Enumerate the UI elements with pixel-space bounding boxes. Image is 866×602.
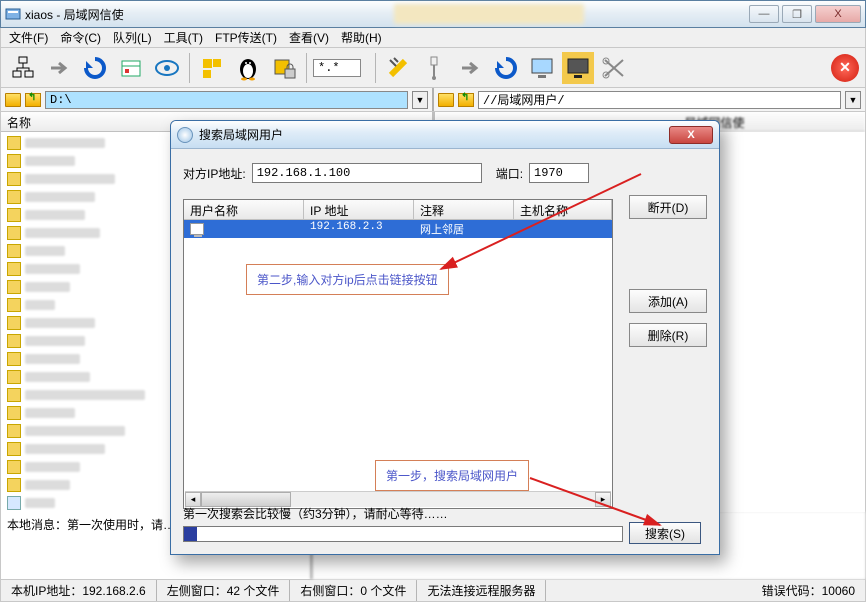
progress-bar bbox=[183, 526, 623, 542]
monitor-yellow-icon[interactable] bbox=[562, 52, 594, 84]
background-window-tab bbox=[394, 4, 584, 24]
window-title: xiaos - 局域网信使 bbox=[25, 6, 124, 23]
menu-view[interactable]: 查看(V) bbox=[289, 29, 329, 46]
dialog-title: 搜索局域网用户 bbox=[199, 126, 283, 143]
menu-cmd[interactable]: 命令(C) bbox=[60, 29, 101, 46]
tree-icon[interactable] bbox=[7, 52, 39, 84]
status-rightwin: 右侧窗口：0 个文件 bbox=[290, 580, 417, 601]
dropper-icon[interactable] bbox=[418, 52, 450, 84]
col-user[interactable]: 用户名称 bbox=[184, 200, 304, 219]
folder-small-icon bbox=[7, 172, 21, 186]
folder-small-icon bbox=[7, 460, 21, 474]
toolbar-divider-3 bbox=[375, 53, 376, 83]
port-input[interactable] bbox=[529, 163, 589, 183]
folder-icon-right[interactable] bbox=[438, 93, 454, 107]
ip-input[interactable] bbox=[252, 163, 482, 183]
dialog-icon bbox=[177, 127, 193, 143]
folder-small-icon bbox=[7, 262, 21, 276]
menu-file[interactable]: 文件(F) bbox=[9, 29, 48, 46]
maximize-button[interactable]: ❐ bbox=[782, 5, 812, 23]
status-err: 错误代码：10060 bbox=[752, 580, 865, 601]
eye-icon[interactable] bbox=[151, 52, 183, 84]
left-path-dropdown[interactable]: ▼ bbox=[412, 91, 428, 109]
scroll-right-button[interactable]: ▸ bbox=[595, 492, 611, 507]
folder-small-icon bbox=[7, 424, 21, 438]
folder-small-icon bbox=[7, 334, 21, 348]
folder-small-icon bbox=[7, 442, 21, 456]
folder-small-icon bbox=[7, 298, 21, 312]
status-leftwin: 左侧窗口：42 个文件 bbox=[157, 580, 291, 601]
search-button[interactable]: 搜索(S) bbox=[629, 522, 701, 544]
toolbar-divider-2 bbox=[306, 53, 307, 83]
folder-small-icon bbox=[7, 316, 21, 330]
col-ip[interactable]: IP 地址 bbox=[304, 200, 414, 219]
row-note: 网上邻居 bbox=[414, 220, 514, 238]
menu-tool[interactable]: 工具(T) bbox=[164, 29, 203, 46]
folder-small-icon bbox=[7, 154, 21, 168]
statusbar: 本机IP地址：192.168.2.6 左侧窗口：42 个文件 右侧窗口：0 个文… bbox=[0, 580, 866, 602]
col-note[interactable]: 注释 bbox=[414, 200, 514, 219]
toolbar-divider bbox=[189, 53, 190, 83]
add-button[interactable]: 添加(A) bbox=[629, 289, 707, 313]
folder-small-icon bbox=[7, 190, 21, 204]
folder-small-icon bbox=[7, 478, 21, 492]
folder-small-icon bbox=[7, 370, 21, 384]
right-path-dropdown[interactable]: ▼ bbox=[845, 91, 861, 109]
disconnect-button[interactable]: 断开(D) bbox=[629, 195, 707, 219]
refresh-blue-icon[interactable] bbox=[79, 52, 111, 84]
up-folder-icon-right[interactable] bbox=[458, 93, 474, 107]
right-path-input[interactable] bbox=[478, 91, 841, 109]
table-row[interactable]: 192.168.2.3 网上邻居 bbox=[184, 220, 612, 238]
row-ip: 192.168.2.3 bbox=[304, 220, 414, 238]
folder-small-icon bbox=[7, 136, 21, 150]
delete-button[interactable]: 删除(R) bbox=[629, 323, 707, 347]
port-label: 端口: bbox=[496, 165, 523, 182]
row-host bbox=[514, 220, 612, 238]
annotation-step1: 第一步，搜索局域网用户 bbox=[375, 460, 529, 491]
left-log-text: 本地消息：第一次使用时，请… bbox=[7, 518, 175, 532]
file-small-icon bbox=[7, 496, 21, 510]
ip-label: 对方IP地址: bbox=[183, 165, 246, 182]
folder-small-icon bbox=[7, 208, 21, 222]
menu-help[interactable]: 帮助(H) bbox=[341, 29, 382, 46]
menubar: 文件(F) 命令(C) 队列(L) 工具(T) FTP传送(T) 查看(V) 帮… bbox=[0, 28, 866, 48]
folder-small-icon bbox=[7, 406, 21, 420]
folder-small-icon bbox=[7, 244, 21, 258]
plug-icon[interactable] bbox=[382, 52, 414, 84]
col-host[interactable]: 主机名称 bbox=[514, 200, 612, 219]
annotation-step2: 第二步,输入对方ip后点击链接按钮 bbox=[246, 264, 449, 295]
dialog-close-button[interactable]: X bbox=[669, 126, 713, 144]
arrow-right-icon[interactable] bbox=[43, 52, 75, 84]
folder-small-icon bbox=[7, 352, 21, 366]
arrow-right-2-icon[interactable] bbox=[454, 52, 486, 84]
monitor-icon[interactable] bbox=[526, 52, 558, 84]
stop-icon[interactable]: ✕ bbox=[831, 54, 859, 82]
close-button[interactable]: X bbox=[815, 5, 861, 23]
up-folder-icon[interactable] bbox=[25, 93, 41, 107]
folder-small-icon bbox=[7, 388, 21, 402]
pc-icon bbox=[190, 223, 204, 235]
filter-mask-input[interactable] bbox=[313, 59, 361, 77]
folder-small-icon bbox=[7, 226, 21, 240]
minimize-button[interactable]: — bbox=[749, 5, 779, 23]
path-row: ▼ ▼ bbox=[0, 88, 866, 112]
left-path-input[interactable] bbox=[45, 91, 408, 109]
app-icon bbox=[5, 6, 21, 22]
menu-queue[interactable]: 队列(L) bbox=[113, 29, 152, 46]
menu-ftp[interactable]: FTP传送(T) bbox=[215, 29, 277, 46]
status-conn: 无法连接远程服务器 bbox=[417, 580, 546, 601]
folder-icon[interactable] bbox=[5, 93, 21, 107]
folder-small-icon bbox=[7, 280, 21, 294]
penguin-icon[interactable] bbox=[232, 52, 264, 84]
windows-icon[interactable] bbox=[196, 52, 228, 84]
toolbar: ✕ bbox=[0, 48, 866, 88]
calendar-icon[interactable] bbox=[115, 52, 147, 84]
refresh-blue-2-icon[interactable] bbox=[490, 52, 522, 84]
lock-server-icon[interactable] bbox=[268, 52, 300, 84]
status-ip: 本机IP地址：192.168.2.6 bbox=[1, 580, 157, 601]
progress-label: 第一次搜索会比较慢（约3分钟），请耐心等待…… bbox=[183, 505, 448, 522]
scissors-icon[interactable] bbox=[598, 52, 630, 84]
main-titlebar: xiaos - 局域网信使 — ❐ X bbox=[0, 0, 866, 28]
dialog-titlebar[interactable]: 搜索局域网用户 X bbox=[171, 121, 719, 149]
